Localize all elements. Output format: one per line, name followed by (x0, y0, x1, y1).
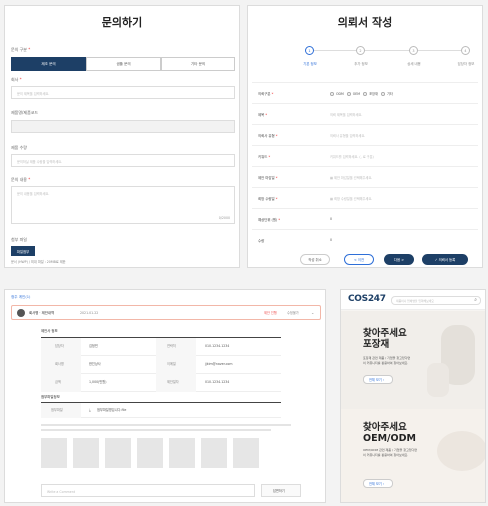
attach-row: 첨부파일 ⤓ 첨부파일명입니다.file (41, 402, 281, 418)
card-desc: 이 커뮤니티를 활용하여 찾아보세요. (363, 453, 409, 457)
attach-section-title: 첨부파일정보 (41, 395, 60, 399)
cancel-button[interactable]: 작성 취소 (300, 254, 330, 265)
field-row-quantity[interactable]: 수량 0 (252, 229, 478, 250)
radio-odm[interactable] (330, 92, 334, 96)
content-textarea[interactable]: 문의 내용을 입력하세요. 0/2000 (11, 186, 235, 224)
calendar-icon: ▦ (330, 197, 334, 201)
proposal-detail-panel: 정주 게인(1) 회사명 · 제안내역 2021.01.22 제안 진행 수정불… (4, 289, 326, 503)
view-all-button[interactable]: 전체 보기 › (363, 375, 393, 384)
header-count: 수정불가 (287, 311, 299, 315)
table-row: 금액 1,000(만원) 제안일자 010.1234.1234 (41, 374, 281, 392)
gallery-image[interactable] (73, 438, 99, 468)
header-name: 회사명 · 제안내역 (29, 310, 55, 315)
inquiry-form-panel: 문의하기 문의 구분 * 제조 문의 샘플 문의 기타 문의 회사 * 문의 제… (4, 5, 240, 268)
type-option-sample[interactable]: 샘플 문의 (86, 57, 161, 71)
proposal-header[interactable]: 회사명 · 제안내역 2021.01.22 제안 진행 수정불가 ⌄ (11, 305, 321, 320)
view-all-button[interactable]: 전체 보기 › (363, 479, 393, 488)
submit-request-button[interactable]: ✓ 의뢰서 등록 (422, 254, 468, 265)
table-row: 담당자 김정민 연락처 010.1234.1234 (41, 338, 281, 356)
promo-card-packaging[interactable]: 찾아주세요 포장재 포장재 관련 제품 / 기업을 찾고있다면 이 커뮤니티를 … (341, 311, 485, 409)
product-image (437, 431, 485, 471)
gallery-image[interactable] (105, 438, 131, 468)
card-desc: 이 커뮤니티를 활용하여 찾아보세요. (363, 361, 409, 365)
field-row-keyword[interactable]: 키워드 * 키워드를 입력하세요. (, 로 구분) (252, 145, 478, 166)
card-title-line2: OEM/ODM (363, 432, 416, 444)
download-icon[interactable]: ⤓ (89, 408, 91, 412)
field-row-unit-price[interactable]: 예상단위 (원) * 0 (252, 208, 478, 229)
gallery-image[interactable] (41, 438, 67, 468)
attach-label: 첨부 파일 (11, 237, 27, 242)
request-form-panel: 의뢰서 작성 1 2 3 4 기본 정보 추가 정보 상세 내용 담당자 정보 … (247, 5, 483, 268)
gallery-image[interactable] (169, 438, 195, 468)
field-row-kind: 의뢰구분 * ODM OEM 포장재 기타 (252, 82, 478, 103)
avatar (17, 309, 25, 317)
chevron-down-icon[interactable]: ⌄ (311, 311, 314, 315)
card-desc: 포장재 관련 제품 / 기업을 찾고있다면 (363, 356, 411, 360)
product-input[interactable] (11, 120, 235, 133)
type-option-manufacture[interactable]: 제조 문의 (11, 57, 86, 71)
step-4-label: 담당자 정보 (457, 62, 475, 66)
step-4[interactable]: 4 (461, 46, 470, 55)
gallery-image[interactable] (233, 438, 259, 468)
step-1[interactable]: 1 (305, 46, 314, 55)
content-label: 문의 내용 (11, 177, 27, 182)
gallery-image[interactable] (201, 438, 227, 468)
status-badge: 제안 진행 (264, 311, 277, 315)
attach-file-link[interactable]: 첨부파일명입니다.file (97, 408, 126, 412)
comment-submit-button[interactable]: 답변하기 (261, 484, 301, 497)
radio-packaging[interactable] (363, 92, 368, 96)
field-row-client-type[interactable]: 의뢰사 유형 * 의뢰사 유형을 입력하세요. (252, 124, 478, 145)
field-row-title[interactable]: 제목 * 의뢰 제목을 입력하세요. (252, 103, 478, 124)
attach-file-button[interactable]: 파일첨부 (11, 246, 35, 256)
quantity-input[interactable]: 문의하실 제품 수량을 입력하세요. (11, 154, 235, 167)
step-3-label: 상세 내용 (407, 62, 421, 66)
gallery-image[interactable] (137, 438, 163, 468)
radio-oem[interactable] (346, 92, 351, 96)
breadcrumb[interactable]: 정주 게인(1) (11, 295, 30, 300)
step-1-label: 기본 정보 (303, 62, 317, 66)
app-logo[interactable]: COS247 (348, 294, 386, 304)
cos247-app-panel: COS247 제품이나 업체명을 입력해보세요 ⌕ 찾아주세요 포장재 포장재 … (340, 289, 486, 503)
step-2-label: 추가 정보 (354, 62, 368, 66)
step-2[interactable]: 2 (356, 46, 365, 55)
company-label: 회사 (11, 77, 19, 82)
section-info-title: 제안사 정보 (41, 329, 58, 333)
stepper-line (310, 50, 470, 51)
calendar-icon: ▦ (330, 176, 334, 180)
product-image (427, 363, 449, 397)
prev-button[interactable]: < 이전 (344, 254, 374, 265)
next-button[interactable]: 다음 > (384, 254, 414, 265)
search-input[interactable]: 제품이나 업체명을 입력해보세요 ⌕ (391, 296, 481, 305)
inquiry-title: 문의하기 (101, 16, 143, 29)
search-icon[interactable]: ⌕ (474, 297, 477, 303)
char-counter: 0/2000 (218, 216, 230, 220)
app-header: COS247 제품이나 업체명을 입력해보세요 ⌕ (341, 290, 485, 310)
request-title: 의뢰서 작성 (337, 16, 393, 29)
type-label: 문의 구분 (11, 47, 27, 52)
text-placeholder-line (41, 424, 291, 426)
text-placeholder-line (41, 429, 271, 431)
attach-note: 문서 (HWP) / 최대 파일 : 20MB로 제한 (11, 260, 66, 264)
field-label: 의뢰구분 (258, 92, 271, 96)
step-3[interactable]: 3 (409, 46, 418, 55)
header-date: 2021.01.22 (80, 311, 99, 315)
product-label: 제품명/제품코드 (11, 110, 39, 115)
quantity-label: 제품 수량 (11, 145, 27, 150)
company-input[interactable]: 문의 제목을 입력하세요. (11, 86, 235, 99)
card-title-line2: 포장재 (363, 338, 390, 350)
radio-other[interactable] (380, 92, 385, 96)
card-desc: OEM/ODM 관련 제품 / 기업을 찾고있다면 (363, 448, 418, 452)
type-option-other[interactable]: 기타 문의 (161, 57, 235, 71)
field-row-deadline[interactable]: 제안 마감일 * ▦ 제안 마감일을 선택해주세요. (252, 166, 478, 187)
comment-input[interactable]: Write a Comment (41, 484, 255, 497)
promo-card-oem-odm[interactable]: 찾아주세요 OEM/ODM OEM/ODM 관련 제품 / 기업을 찾고있다면 … (341, 409, 485, 502)
info-table: 담당자 김정민 연락처 010.1234.1234 회사명 한진상사 이메일 j… (41, 337, 281, 392)
field-row-quantity-date[interactable]: 희망 수량일 * ▦ 희망 수량일을 선택해주세요. (252, 187, 478, 208)
table-row: 회사명 한진상사 이메일 jjkim@naver.com (41, 356, 281, 374)
